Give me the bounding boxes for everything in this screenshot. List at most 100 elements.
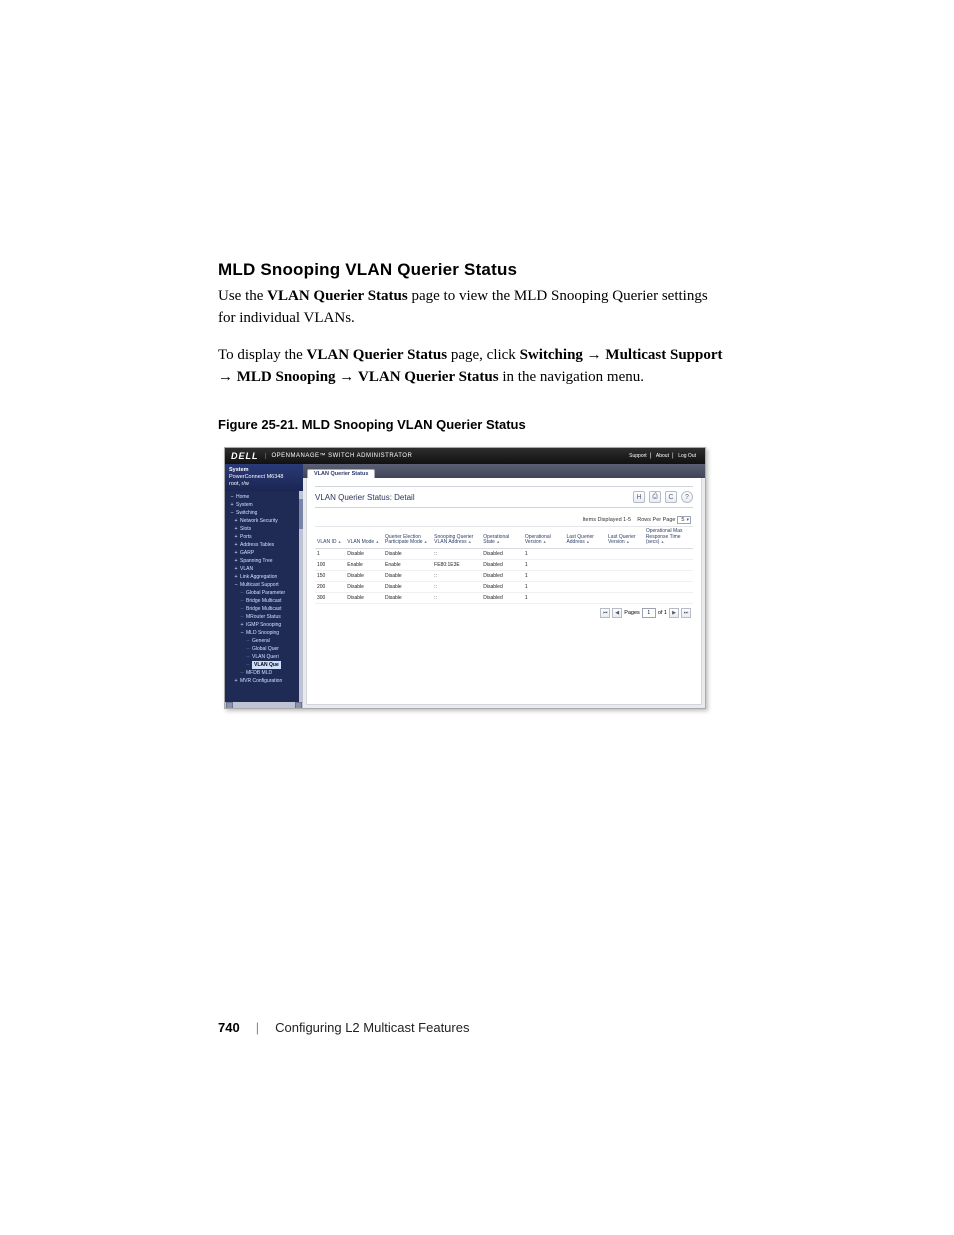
nav-item-label: Bridge Multicast (246, 597, 282, 605)
items-displayed-value: 1-5 (623, 517, 631, 523)
nav-item[interactable]: Network Security (228, 517, 303, 525)
col-querier-election[interactable]: Querier Election Participate Mode (383, 527, 432, 548)
paragraph-1: Use the VLAN Querier Status page to view… (218, 286, 728, 330)
col-last-querier-ver[interactable]: Last Querier Version (606, 527, 644, 548)
panel-title: VLAN Querier Status: Detail (315, 493, 415, 502)
nav-item[interactable]: Global Parameter (228, 589, 303, 597)
expand-icon[interactable] (232, 677, 240, 685)
cell (564, 592, 606, 603)
nav-item[interactable]: Bridge Multicast (228, 605, 303, 613)
expand-icon[interactable] (232, 565, 240, 573)
col-last-querier-addr[interactable]: Last Querier Address (564, 527, 606, 548)
page-input[interactable]: 1 (642, 608, 656, 618)
nav-item[interactable]: Link Aggregation (228, 573, 303, 581)
about-link[interactable]: About (656, 453, 669, 459)
bullet-icon[interactable] (244, 645, 252, 653)
cell: Disable (345, 548, 383, 559)
expand-icon[interactable] (232, 525, 240, 533)
rows-per-page-select[interactable]: 5 (677, 516, 691, 524)
nav-item[interactable]: Bridge Multicast (228, 597, 303, 605)
bullet-icon[interactable] (244, 661, 252, 669)
page-prev-button[interactable]: ◀ (612, 608, 622, 618)
bullet-icon[interactable] (238, 669, 246, 677)
bullet-icon[interactable] (238, 597, 246, 605)
toolbar: H ⎙ C ? (633, 491, 693, 503)
nav-item-label: Slots (240, 525, 251, 533)
expand-icon[interactable] (232, 557, 240, 565)
collapse-icon[interactable] (232, 581, 240, 589)
bullet-icon[interactable] (244, 653, 252, 661)
tab-bar: VLAN Querier Status (303, 464, 705, 478)
expand-icon[interactable] (232, 533, 240, 541)
cell (606, 592, 644, 603)
title-bar: DELL OPENMANAGE™ SWITCH ADMINISTRATOR Su… (225, 448, 705, 464)
logout-link[interactable]: Log Out (678, 453, 696, 459)
refresh-icon[interactable]: C (665, 491, 677, 503)
nav-item[interactable]: GARP (228, 549, 303, 557)
scroll-thumb[interactable] (299, 499, 303, 529)
collapse-icon[interactable] (228, 509, 236, 517)
expand-icon[interactable] (232, 573, 240, 581)
nav-item[interactable]: VLAN Queri (228, 653, 303, 661)
expand-icon[interactable] (238, 621, 246, 629)
nav-item[interactable]: General (228, 637, 303, 645)
sidebar-hscroll[interactable] (225, 702, 303, 708)
page-next-button[interactable]: ▶ (669, 608, 679, 618)
page-last-button[interactable]: ⏭ (681, 608, 691, 618)
nav-multicast-support: Multicast Support (605, 347, 722, 363)
scroll-left-icon[interactable] (226, 702, 233, 709)
nav-item[interactable]: Slots (228, 525, 303, 533)
collapse-icon[interactable] (228, 493, 236, 501)
col-op-state[interactable]: Operational State (481, 527, 523, 548)
nav-item[interactable]: Global Quer (228, 645, 303, 653)
cell: :: (432, 581, 481, 592)
page-first-button[interactable]: ⏮ (600, 608, 610, 618)
nav-item[interactable]: VLAN (228, 565, 303, 573)
col-vlan-id[interactable]: VLAN ID (315, 527, 345, 548)
nav-item[interactable]: Spanning Tree (228, 557, 303, 565)
nav-item-label: Multicast Support (240, 581, 279, 589)
support-link[interactable]: Support (629, 453, 647, 459)
bullet-icon[interactable] (238, 589, 246, 597)
col-op-version[interactable]: Operational Version (523, 527, 565, 548)
scroll-right-icon[interactable] (295, 702, 302, 709)
cell: 1 (523, 570, 565, 581)
col-snooping-address[interactable]: Snooping Querier VLAN Address (432, 527, 481, 548)
print-icon[interactable]: ⎙ (649, 491, 661, 503)
expand-icon[interactable] (232, 517, 240, 525)
tab-vlan-querier-status[interactable]: VLAN Querier Status (307, 469, 375, 478)
nav-item-label: Global Quer (252, 645, 279, 653)
shot-body: System PowerConnect M6348 root, r/w Home… (225, 464, 705, 708)
nav-item[interactable]: Switching (228, 509, 303, 517)
cell: 100 (315, 559, 345, 570)
nav-item[interactable]: Ports (228, 533, 303, 541)
nav-item[interactable]: Address Tables (228, 541, 303, 549)
nav-tree[interactable]: HomeSystemSwitchingNetwork SecuritySlots… (225, 491, 303, 702)
nav-item[interactable]: IGMP Snooping (228, 621, 303, 629)
nav-item[interactable]: MVR Configuration (228, 677, 303, 685)
save-icon[interactable]: H (633, 491, 645, 503)
sidebar-vscroll[interactable] (299, 491, 303, 702)
nav-item-label: Bridge Multicast (246, 605, 282, 613)
col-op-max-resp[interactable]: Operational Max Response Time (secs) (644, 527, 693, 548)
expand-icon[interactable] (232, 541, 240, 549)
expand-icon[interactable] (232, 549, 240, 557)
nav-item[interactable]: MRouter Status (228, 613, 303, 621)
nav-item[interactable]: Multicast Support (228, 581, 303, 589)
bullet-icon[interactable] (238, 605, 246, 613)
bullet-icon[interactable] (238, 613, 246, 621)
sidebar-system-label: System (229, 467, 299, 474)
cell: 200 (315, 581, 345, 592)
col-vlan-mode[interactable]: VLAN Mode (345, 527, 383, 548)
expand-icon[interactable] (228, 501, 236, 509)
nav-item[interactable]: System (228, 501, 303, 509)
help-icon[interactable]: ? (681, 491, 693, 503)
nav-item[interactable]: VLAN Que (228, 661, 303, 669)
nav-item[interactable]: MLD Snooping (228, 629, 303, 637)
nav-item[interactable]: Home (228, 493, 303, 501)
bullet-icon[interactable] (244, 637, 252, 645)
cell: 300 (315, 592, 345, 603)
collapse-icon[interactable] (238, 629, 246, 637)
nav-item[interactable]: MFDB MLD (228, 669, 303, 677)
nav-item-label: Network Security (240, 517, 278, 525)
